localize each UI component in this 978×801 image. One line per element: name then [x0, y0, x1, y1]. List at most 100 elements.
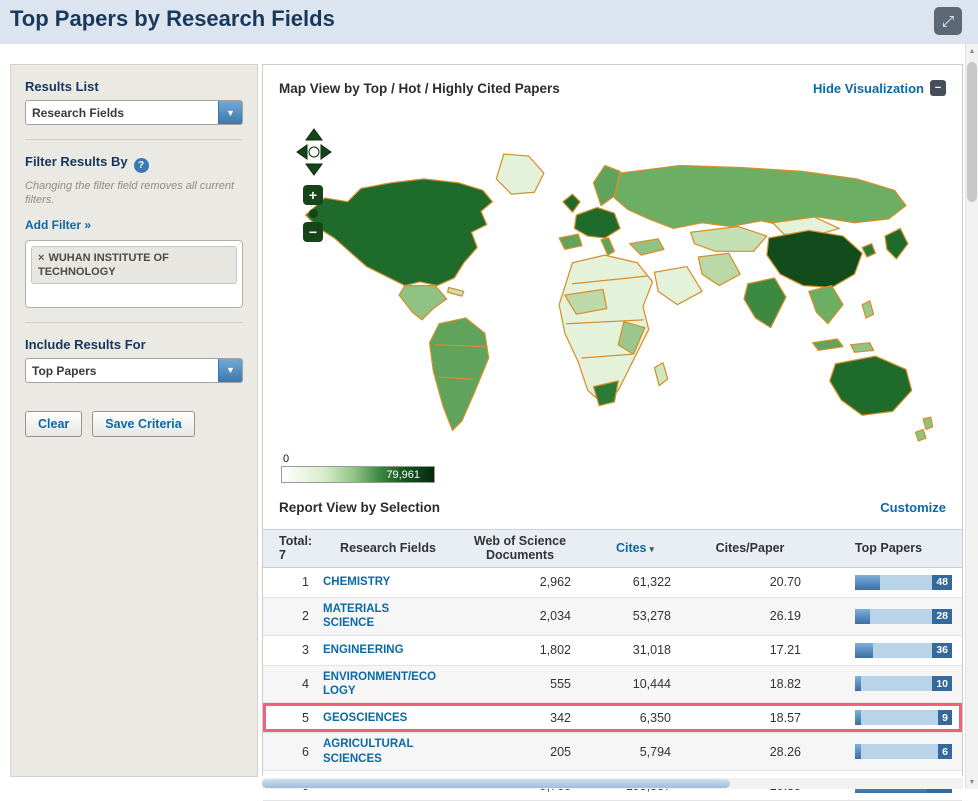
remove-filter-icon[interactable]: × — [38, 252, 44, 264]
country-australia[interactable] — [829, 355, 913, 416]
cites-per-paper-cell: 28.26 — [769, 744, 801, 759]
bar-fill — [855, 608, 870, 624]
country-japan[interactable] — [884, 227, 909, 260]
top-papers-cell: 48 — [815, 574, 962, 590]
rank-cell: 4 — [302, 676, 309, 691]
horizontal-scrollbar-thumb[interactable] — [262, 779, 730, 788]
results-list-dropdown[interactable]: Research Fields ▼ — [25, 100, 243, 125]
research-field-link[interactable]: MATERIALS SCIENCE — [321, 598, 455, 635]
top-papers-bar: 48 — [855, 574, 952, 590]
zoom-out-button[interactable]: − — [303, 222, 323, 242]
bar-fill — [855, 676, 861, 692]
cites-cell: 31,018 — [632, 643, 671, 657]
clear-button[interactable]: Clear — [25, 410, 83, 437]
horizontal-scrollbar[interactable] — [262, 778, 963, 789]
cites-per-paper-cell: 20.70 — [769, 575, 801, 590]
chevron-down-icon: ▼ — [218, 101, 242, 124]
table-row: 1 CHEMISTRY 2,962 61,322 20.70 48 — [263, 567, 962, 598]
country-greenland[interactable] — [495, 153, 545, 195]
report-section-header: Report View by Selection Customize — [263, 485, 962, 529]
add-filter-link[interactable]: Add Filter » — [25, 218, 91, 232]
filter-chip: × WUHAN INSTITUTE OF TECHNOLOGY — [31, 245, 237, 285]
rank-cell: 1 — [302, 575, 309, 590]
country-china[interactable] — [766, 229, 863, 289]
legend-min-label: 0 — [283, 453, 290, 465]
research-field-link[interactable]: ENGINEERING — [321, 639, 455, 661]
wos-documents-cell: 205 — [550, 744, 571, 759]
filter-results-label-text: Filter Results By — [25, 154, 128, 169]
country-iran[interactable] — [697, 252, 741, 287]
column-cites-per-paper: Cites/Paper — [715, 541, 785, 556]
legend-max-label: 79,961 — [386, 469, 420, 481]
country-india[interactable] — [743, 277, 787, 329]
country-turkey[interactable] — [629, 238, 665, 256]
save-criteria-button[interactable]: Save Criteria — [92, 410, 195, 437]
zoom-slider-knob[interactable] — [308, 209, 318, 218]
collapse-icon: − — [930, 80, 946, 96]
country-new-zealand-south[interactable] — [914, 428, 927, 442]
scroll-down-icon[interactable]: ▼ — [966, 775, 978, 789]
fullscreen-icon[interactable]: ⤢ — [934, 7, 962, 35]
column-research-fields: Research Fields — [340, 541, 436, 556]
country-new-zealand-north[interactable] — [922, 416, 934, 431]
cites-per-paper-cell: 17.21 — [769, 643, 801, 657]
column-top-papers: Top Papers — [854, 541, 923, 556]
country-indonesia-east[interactable] — [850, 342, 875, 353]
bar-value: 48 — [932, 574, 952, 590]
map-zoom-control: + − — [303, 185, 323, 242]
bar-value: 36 — [932, 642, 952, 658]
hide-visualization-link[interactable]: Hide Visualization − — [813, 80, 946, 96]
country-mexico[interactable] — [398, 284, 448, 321]
table-row: 6 AGRICULTURAL SCIENCES 205 5,794 28.26 … — [263, 733, 962, 771]
column-cites-label: Cites — [615, 541, 647, 556]
customize-link[interactable]: Customize — [880, 500, 946, 515]
scroll-up-icon[interactable]: ▲ — [966, 44, 978, 58]
country-europe[interactable] — [573, 206, 621, 239]
country-madagascar[interactable] — [653, 362, 669, 387]
zoom-in-button[interactable]: + — [303, 185, 323, 205]
bar-value: 6 — [938, 744, 952, 760]
rank-cell: 6 — [302, 744, 309, 759]
divider — [25, 139, 243, 140]
map-view-title: Map View by Top / Hot / Highly Cited Pap… — [279, 80, 560, 96]
country-south-america[interactable] — [428, 317, 490, 432]
vertical-scrollbar[interactable]: ▲ ▼ — [965, 44, 978, 789]
research-field-link[interactable]: AGRICULTURAL SCIENCES — [321, 733, 455, 770]
hide-visualization-label: Hide Visualization — [812, 80, 924, 96]
help-icon[interactable]: ? — [133, 158, 149, 173]
map-pan-control[interactable] — [295, 127, 333, 182]
top-papers-bar: 9 — [855, 710, 952, 726]
top-papers-cell: 10 — [815, 676, 962, 692]
column-wos-documents: Web of Science Documents — [473, 534, 567, 563]
country-russia[interactable] — [613, 164, 907, 230]
country-philippines[interactable] — [861, 300, 875, 319]
table-header: Total: 7 Research Fields Web of Science … — [263, 529, 962, 568]
top-papers-bar: 28 — [855, 608, 952, 624]
main-panel: Map View by Top / Hot / Highly Cited Pap… — [262, 64, 963, 801]
research-field-link[interactable]: GEOSCIENCES — [321, 707, 455, 729]
country-central-asia[interactable] — [690, 225, 768, 252]
world-map-container[interactable]: + − 0 79,961 — [279, 111, 946, 485]
top-papers-bar: 6 — [855, 744, 952, 760]
world-map[interactable] — [279, 111, 946, 485]
research-field-link[interactable]: CHEMISTRY — [321, 571, 455, 593]
bar-fill — [855, 744, 861, 760]
country-italy[interactable] — [600, 237, 616, 256]
country-north-america[interactable] — [305, 178, 494, 287]
country-caribbean[interactable] — [447, 286, 465, 297]
rank-cell: 5 — [302, 710, 309, 725]
country-indonesia[interactable] — [811, 338, 844, 352]
wos-documents-cell: 342 — [550, 710, 571, 725]
country-korea[interactable] — [861, 243, 877, 258]
country-saudi-arabia[interactable] — [653, 265, 703, 306]
include-results-dropdown[interactable]: Top Papers ▼ — [25, 357, 243, 383]
country-uk[interactable] — [562, 193, 581, 213]
filter-note: Changing the filter field removes all cu… — [25, 180, 235, 207]
research-field-link[interactable]: ENVIRONMENT/ECOLOGY — [321, 666, 455, 703]
wos-documents-cell: 2,034 — [539, 609, 571, 624]
country-spain[interactable] — [558, 233, 583, 251]
column-cites-sort[interactable]: Cites ▾ — [585, 537, 685, 559]
country-southeast-asia[interactable] — [808, 284, 844, 325]
vertical-scrollbar-thumb[interactable] — [967, 62, 977, 202]
cites-cell: 5,794 — [639, 744, 671, 759]
